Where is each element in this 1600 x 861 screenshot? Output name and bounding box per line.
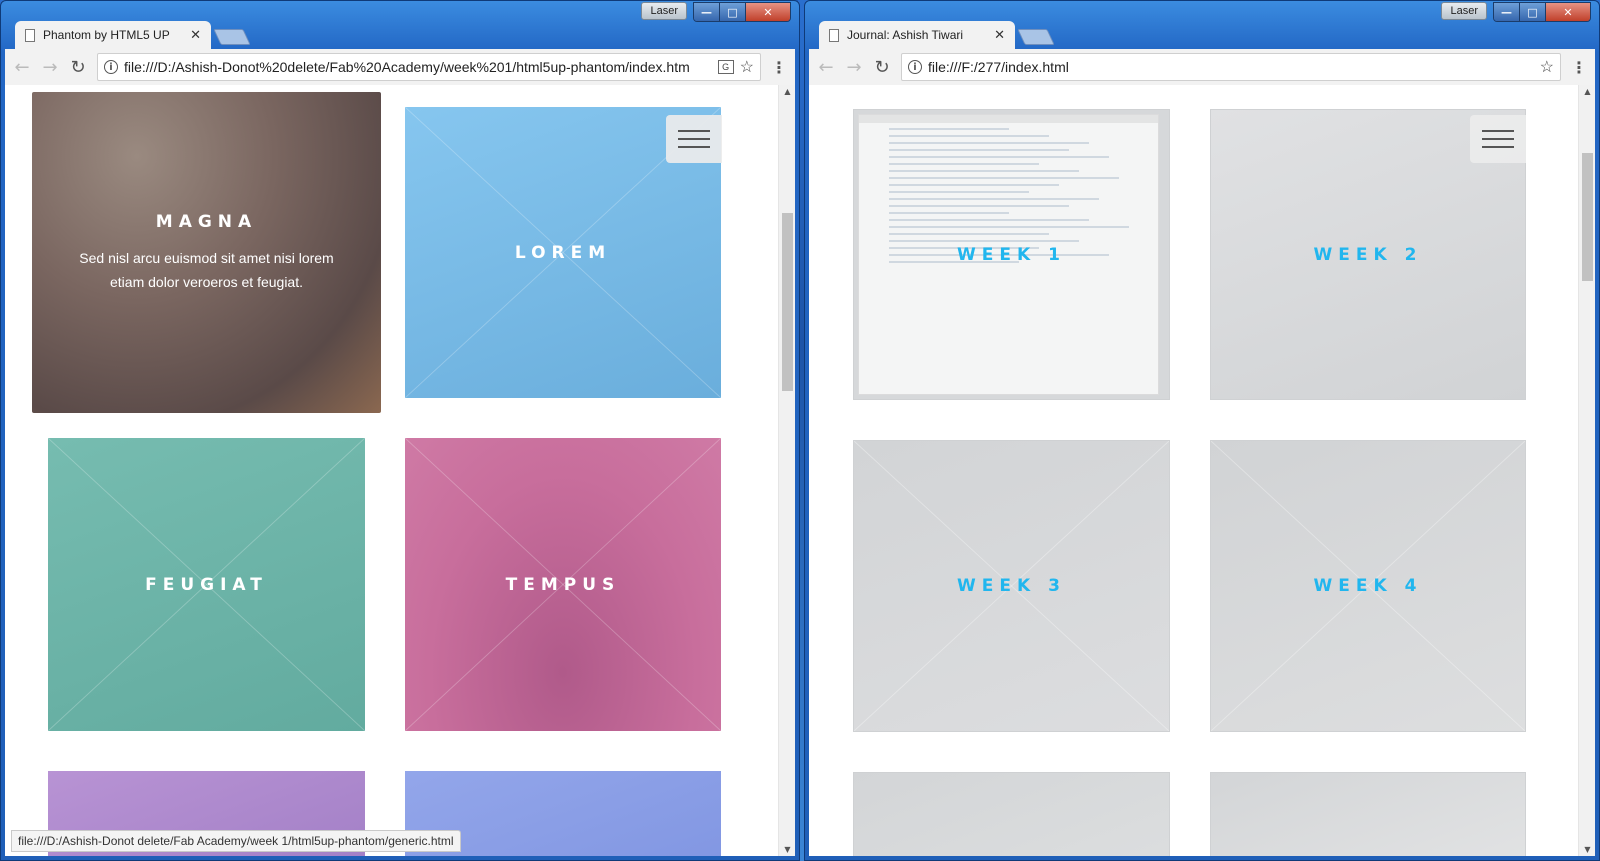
arrow-left-icon[interactable]: ← (13, 57, 31, 78)
page-icon (25, 28, 35, 42)
scrollbar-thumb[interactable] (782, 213, 793, 391)
tab-phantom[interactable]: Phantom by HTML5 UP ✕ (15, 21, 211, 49)
url-text[interactable]: file:///F:/277/index.html (928, 59, 1534, 75)
tab-title: Journal: Ashish Tiwari (847, 28, 964, 42)
three-dots-icon[interactable]: ⋮ (771, 58, 787, 77)
tab-journal[interactable]: Journal: Ashish Tiwari ✕ (819, 21, 1015, 49)
reload-icon[interactable]: ↻ (873, 57, 891, 78)
close-window-button[interactable]: ✕ (746, 3, 790, 21)
browser-window-right: Laser — □ ✕ Journal: Ashish Tiwari ✕ ← →… (804, 0, 1600, 861)
tile-label: FEUGIAT (145, 574, 268, 595)
window-controls: — □ ✕ (693, 2, 791, 22)
tile-week-6[interactable] (1210, 772, 1526, 856)
minimize-button[interactable]: — (694, 3, 720, 21)
info-icon[interactable]: i (104, 60, 118, 74)
minimize-button[interactable]: — (1494, 3, 1520, 21)
maximize-button[interactable]: □ (1520, 3, 1546, 21)
star-icon[interactable]: ☆ (740, 57, 754, 77)
caption-buttons: Laser — □ ✕ (1441, 2, 1591, 22)
window-controls: — □ ✕ (1493, 2, 1591, 22)
hamburger-menu-icon[interactable] (1470, 115, 1526, 163)
tile-week-5[interactable] (853, 772, 1170, 856)
page-icon (829, 28, 839, 42)
tile-label: TEMPUS (505, 574, 621, 595)
tab-strip: Journal: Ashish Tiwari ✕ (819, 21, 1055, 49)
scrollbar[interactable]: ▲ ▼ (1578, 85, 1595, 856)
browser-toolbar: ← → ↻ i file:///D:/Ashish-Donot%20delete… (5, 49, 795, 85)
close-window-button[interactable]: ✕ (1546, 3, 1590, 21)
tab-title: Phantom by HTML5 UP (43, 28, 170, 42)
browser-window-left: Laser — □ ✕ Phantom by HTML5 UP ✕ ← → ↻ … (0, 0, 800, 861)
new-tab-button[interactable] (1017, 29, 1055, 45)
tile-week-4[interactable]: WEEK 4 (1210, 440, 1526, 732)
scrollbar[interactable]: ▲ ▼ (778, 85, 795, 856)
tab-strip: Phantom by HTML5 UP ✕ (15, 21, 251, 49)
tile-description: Sed nisl arcu euismod sit amet nisi lore… (79, 249, 334, 290)
browser-toolbar: ← → ↻ i file:///F:/277/index.html ☆ ⋮ (809, 49, 1595, 85)
star-icon[interactable]: ☆ (1540, 57, 1554, 77)
status-bubble: file:///D:/Ashish-Donot delete/Fab Acade… (11, 830, 461, 852)
scroll-down-arrow-icon[interactable]: ▼ (779, 845, 795, 854)
address-bar[interactable]: i file:///F:/277/index.html ☆ (901, 53, 1561, 81)
close-tab-icon[interactable]: ✕ (190, 27, 201, 43)
translate-icon[interactable]: G (717, 60, 734, 74)
tile-label: WEEK 2 (1313, 244, 1423, 265)
tile-week-1[interactable]: WEEK 1 (853, 109, 1170, 400)
arrow-left-icon[interactable]: ← (817, 57, 835, 78)
scrollbar-thumb[interactable] (1582, 153, 1593, 281)
hamburger-menu-icon[interactable] (666, 115, 722, 163)
scroll-down-arrow-icon[interactable]: ▼ (1579, 845, 1595, 854)
info-icon[interactable]: i (908, 60, 922, 74)
tile-label: LOREM (514, 242, 612, 263)
close-tab-icon[interactable]: ✕ (994, 27, 1005, 43)
page-viewport: WEEK 1 WEEK 2 WEEK 3 WEEK 4 ▲ ▼ (809, 85, 1595, 856)
laser-button[interactable]: Laser (641, 2, 687, 20)
reload-icon[interactable]: ↻ (69, 57, 87, 78)
arrow-right-icon[interactable]: → (845, 57, 863, 78)
tile-magna[interactable]: MAGNA Sed nisl arcu euismod sit amet nis… (32, 92, 381, 413)
maximize-button[interactable]: □ (720, 3, 746, 21)
scroll-up-arrow-icon[interactable]: ▲ (1579, 87, 1595, 96)
tile-feugiat[interactable]: FEUGIAT (48, 438, 365, 731)
tile-label: MAGNA (155, 211, 258, 232)
laser-button[interactable]: Laser (1441, 2, 1487, 20)
tile-label: WEEK 1 (957, 244, 1066, 265)
arrow-right-icon[interactable]: → (41, 57, 59, 78)
tile-tempus[interactable]: TEMPUS (405, 438, 721, 731)
new-tab-button[interactable] (213, 29, 251, 45)
caption-buttons: Laser — □ ✕ (641, 2, 791, 22)
tile-label: WEEK 4 (1313, 576, 1423, 596)
scroll-up-arrow-icon[interactable]: ▲ (779, 87, 795, 96)
address-bar[interactable]: i file:///D:/Ashish-Donot%20delete/Fab%2… (97, 53, 761, 81)
url-text[interactable]: file:///D:/Ashish-Donot%20delete/Fab%20A… (124, 59, 712, 75)
tile-label: WEEK 3 (957, 576, 1066, 596)
page-viewport: MAGNA Sed nisl arcu euismod sit amet nis… (5, 85, 795, 856)
three-dots-icon[interactable]: ⋮ (1571, 58, 1587, 77)
tile-week-3[interactable]: WEEK 3 (853, 440, 1170, 732)
